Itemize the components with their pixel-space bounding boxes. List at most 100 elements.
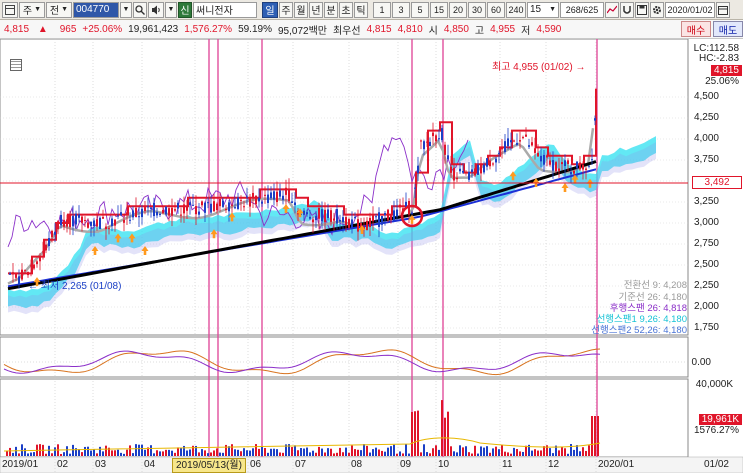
stock-chart-window: 주 ▼ 전 ▼ 004770 ▼ ▼ 신 써니전자 일 주 월 년 분 초 틱 1 …	[0, 0, 743, 473]
candle-body	[222, 200, 224, 207]
interval-select[interactable]: 15 ▼	[527, 1, 559, 18]
volume-bar	[84, 446, 86, 456]
interval-20-button[interactable]: 20	[449, 1, 467, 18]
period-month-tab[interactable]: 월	[294, 1, 308, 18]
period-year-tab[interactable]: 년	[309, 1, 323, 18]
magnet-icon[interactable]	[620, 1, 634, 18]
level-tag: 3,492	[692, 176, 742, 189]
stock-code-input[interactable]: 004770	[73, 1, 119, 18]
dropdown-button[interactable]: ▼	[165, 1, 177, 18]
sell-button[interactable]: 매도	[713, 21, 743, 37]
layout-icon[interactable]	[2, 1, 18, 18]
candle-body	[384, 213, 386, 216]
volume-bar	[318, 446, 320, 456]
volume-bar	[351, 445, 353, 456]
candle-body	[87, 222, 89, 228]
credit-badge: 신	[178, 1, 192, 18]
buy-button[interactable]: 매수	[681, 21, 711, 37]
volume-bar	[168, 449, 170, 456]
exchange-select[interactable]: 전 ▼	[46, 1, 72, 18]
candle-body	[552, 160, 554, 171]
period-tick-tab[interactable]: 틱	[354, 1, 368, 18]
volume-bar	[60, 453, 62, 456]
volume-bar	[51, 453, 53, 456]
volume-bar	[189, 449, 191, 456]
stock-name-field[interactable]: 써니전자	[193, 1, 257, 18]
candle-body	[537, 152, 539, 157]
date-field[interactable]: 2020/01/02	[665, 1, 715, 18]
market-select-label: 주	[22, 6, 33, 17]
calendar-icon[interactable]	[716, 1, 730, 18]
volume-bar	[240, 451, 242, 456]
period-week-tab[interactable]: 주	[279, 1, 293, 18]
interval-15-button[interactable]: 15	[430, 1, 448, 18]
candle-body	[339, 220, 341, 222]
candle-body	[135, 207, 137, 218]
high-price: 4,955	[490, 23, 516, 35]
chart-tools-icon[interactable]	[605, 1, 619, 18]
candle-body	[345, 217, 347, 226]
volume-bar	[237, 449, 239, 456]
volume-bar	[222, 452, 224, 456]
interval-240-button[interactable]: 240	[506, 1, 526, 18]
candle-body	[69, 215, 71, 228]
price-chart-canvas[interactable]	[0, 39, 743, 473]
volume-bar	[261, 446, 263, 456]
volume-bar	[216, 448, 218, 456]
candle-body	[15, 272, 17, 278]
volume-bar	[93, 449, 95, 456]
gear-icon[interactable]	[650, 1, 664, 18]
volume-bar	[558, 450, 560, 456]
volume-bar	[354, 449, 356, 456]
current-price-value: 4,815	[4, 23, 30, 35]
candle-body	[48, 238, 50, 247]
candle-body	[198, 211, 200, 215]
candle-body	[585, 168, 587, 170]
period-day-tab[interactable]: 일	[262, 1, 278, 18]
candle-body	[150, 207, 152, 209]
change-pct-label: 25.06%	[705, 76, 739, 87]
volume-bar	[255, 444, 257, 456]
code-dropdown-button[interactable]: ▼	[120, 1, 132, 18]
grid-icon[interactable]	[10, 59, 22, 71]
low-annotation: ← 최저 2,265 (01/08)	[28, 277, 121, 292]
volume-bar	[225, 444, 227, 456]
interval-3-button[interactable]: 3	[392, 1, 410, 18]
period-second-tab[interactable]: 초	[339, 1, 353, 18]
search-icon[interactable]	[133, 1, 147, 18]
candle-body	[282, 195, 284, 200]
candle-body	[189, 202, 191, 206]
volume-bar	[156, 450, 158, 456]
save-icon[interactable]	[635, 1, 649, 18]
interval-60-button[interactable]: 60	[487, 1, 505, 18]
interval-30-button[interactable]: 30	[468, 1, 486, 18]
period-minute-tab[interactable]: 분	[324, 1, 338, 18]
x-axis-tick: 12	[548, 459, 560, 470]
interval-5-button[interactable]: 5	[411, 1, 429, 18]
price-axis-tick: 3,750	[693, 154, 719, 165]
candle-body	[354, 217, 356, 219]
candle-body	[549, 160, 551, 165]
market-select[interactable]: 주 ▼	[19, 1, 45, 18]
volume-bar	[420, 452, 422, 456]
price-axis-tick: 4,500	[693, 91, 719, 102]
volume-bar	[12, 452, 14, 456]
volume-bar	[417, 410, 419, 456]
volume-bar	[228, 446, 230, 456]
open-price: 4,850	[443, 23, 469, 35]
exchange-select-label: 전	[49, 6, 60, 17]
candle-body	[225, 209, 227, 211]
volume-bar	[282, 452, 284, 456]
volume-bar	[387, 447, 389, 456]
interval-1-button[interactable]: 1	[373, 1, 391, 18]
candle-body	[144, 207, 146, 212]
candle-body	[204, 202, 206, 213]
sound-icon[interactable]	[148, 1, 164, 18]
candle-body	[21, 269, 23, 280]
chart-area[interactable]: 4,5004,2504,0003,7503,5003,2503,0002,750…	[0, 39, 743, 473]
candle-body	[36, 261, 38, 265]
price-axis-tick: 4,250	[693, 112, 719, 123]
volume-bar	[522, 451, 524, 456]
price-change-pct: +25.06%	[82, 23, 123, 35]
candle-body	[174, 209, 176, 211]
